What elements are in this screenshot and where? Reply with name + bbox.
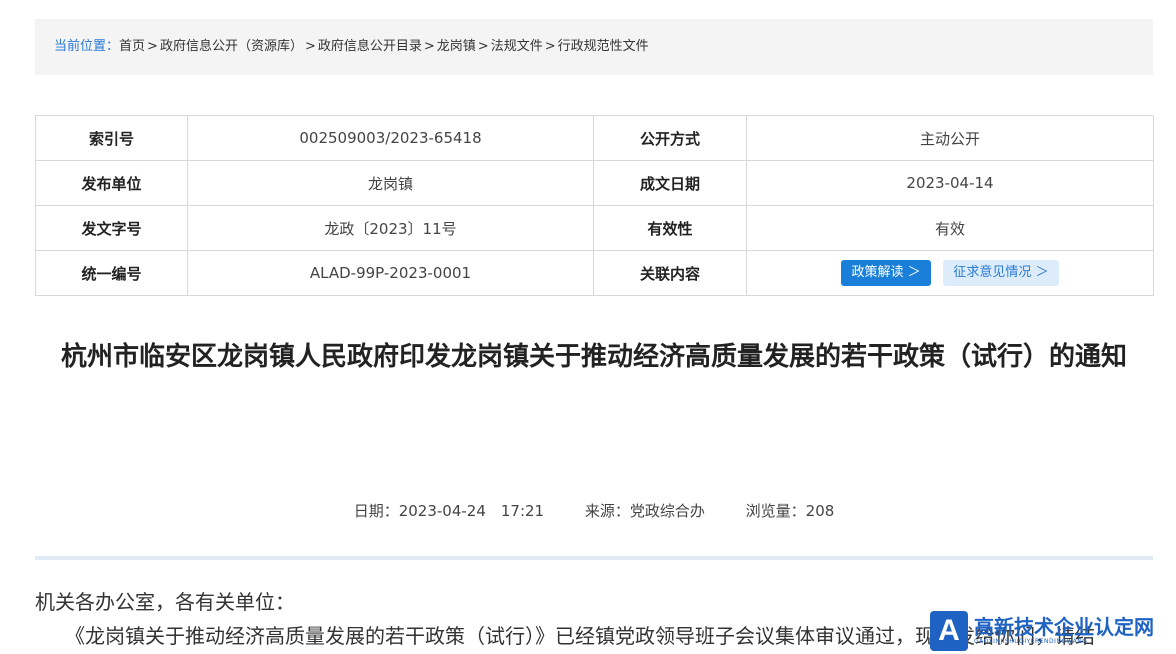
document-number-value: 龙政〔2023〕11号 xyxy=(187,205,594,251)
related-content-cell: 政策解读 ＞ 征求意见情况 ＞ xyxy=(746,250,1154,296)
validity-value: 有效 xyxy=(746,205,1154,251)
watermark-sub-text: GAOXINJISHUQIYERENDINGWANG xyxy=(974,638,1088,645)
breadcrumb-home[interactable]: 首页 xyxy=(119,39,145,54)
written-date-value: 2023-04-14 xyxy=(746,160,1154,206)
article-source: 来源：党政综合办 xyxy=(584,502,705,520)
watermark: A 高新技术企业认定网 GAOXINJISHUQIYERENDINGWANG xyxy=(930,608,1176,654)
divider xyxy=(35,556,1153,560)
breadcrumb-gov-info-resource[interactable]: 政府信息公开（资源库） xyxy=(160,39,303,54)
table-row: 发布单位 龙岗镇 成文日期 2023-04-14 xyxy=(35,160,1154,206)
breadcrumb-regulations[interactable]: 法规文件 xyxy=(491,39,543,54)
breadcrumb-separator: > xyxy=(147,39,158,54)
issuer-label: 发布单位 xyxy=(35,160,188,206)
breadcrumb-longgang[interactable]: 龙岗镇 xyxy=(437,39,476,54)
breadcrumb-separator: > xyxy=(304,39,316,54)
view-count: 浏览量：208 xyxy=(745,502,835,520)
index-number-value: 002509003/2023-65418 xyxy=(187,115,594,161)
article-info: 日期：2023-04-24 17:21 来源：党政综合办 浏览量：208 xyxy=(35,500,1153,521)
unified-number-value: ALAD-99P-2023-0001 xyxy=(187,250,594,296)
table-row: 发文字号 龙政〔2023〕11号 有效性 有效 xyxy=(35,205,1154,251)
policy-interpretation-button[interactable]: 政策解读 ＞ xyxy=(841,260,931,286)
watermark-main-text: 高新技术企业认定网 xyxy=(974,615,1154,639)
breadcrumb-label: 当前位置： xyxy=(54,39,120,54)
issuer-value: 龙岗镇 xyxy=(187,160,594,206)
table-row: 索引号 002509003/2023-65418 公开方式 主动公开 xyxy=(35,115,1154,161)
unified-number-label: 统一编号 xyxy=(35,250,188,296)
publish-date: 日期：2023-04-24 17:21 xyxy=(353,502,545,520)
disclosure-method-value: 主动公开 xyxy=(746,115,1154,161)
breadcrumb-admin-normative[interactable]: 行政规范性文件 xyxy=(558,39,649,54)
breadcrumb-separator: > xyxy=(477,39,489,54)
written-date-label: 成文日期 xyxy=(593,160,747,206)
disclosure-method-label: 公开方式 xyxy=(593,115,747,161)
document-number-label: 发文字号 xyxy=(35,205,188,251)
document-meta-table: 索引号 002509003/2023-65418 公开方式 主动公开 发布单位 … xyxy=(35,115,1154,296)
page-title: 杭州市临安区龙岗镇人民政府印发龙岗镇关于推动经济高质量发展的若干政策（试行）的通… xyxy=(60,342,1127,372)
table-row: 统一编号 ALAD-99P-2023-0001 关联内容 政策解读 ＞ 征求意见… xyxy=(35,250,1154,296)
breadcrumb-separator: > xyxy=(423,39,435,54)
breadcrumb-separator: > xyxy=(544,39,556,54)
watermark-logo-icon: A xyxy=(930,611,968,651)
breadcrumb-gov-info-catalog[interactable]: 政府信息公开目录 xyxy=(318,39,422,54)
related-content-label: 关联内容 xyxy=(593,250,747,296)
breadcrumb: 当前位置：首页 > 政府信息公开（资源库） > 政府信息公开目录 > 龙岗镇 > 法规文件 > 行政… xyxy=(35,19,1153,75)
watermark-text: 高新技术企业认定网 GAOXINJISHUQIYERENDINGWANG xyxy=(974,616,1154,646)
index-number-label: 索引号 xyxy=(35,115,188,161)
opinion-solicitation-button[interactable]: 征求意见情况 ＞ xyxy=(943,260,1059,286)
validity-label: 有效性 xyxy=(593,205,747,251)
